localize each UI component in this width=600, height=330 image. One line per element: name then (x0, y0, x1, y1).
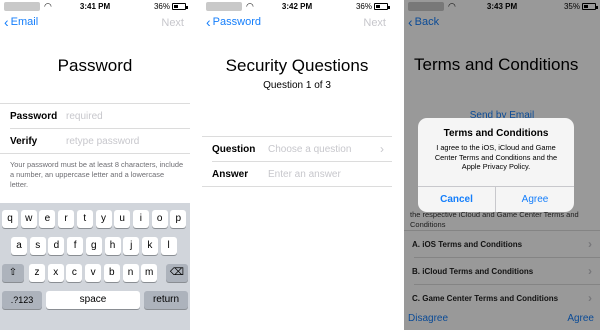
delete-key[interactable]: ⌫ (166, 264, 188, 282)
space-key[interactable]: space (46, 291, 140, 309)
terms-alert-dialog: Terms and Conditions I agree to the iOS,… (418, 118, 574, 212)
battery-percent: 36% (355, 2, 372, 11)
key-e[interactable]: e (39, 210, 56, 228)
battery-icon (374, 3, 390, 10)
alert-buttons: Cancel Agree (418, 186, 574, 212)
question-picker[interactable]: Choose a question (268, 144, 351, 155)
chevron-left-icon: ‹ (4, 14, 9, 30)
key-g[interactable]: g (85, 237, 102, 255)
key-f[interactable]: f (67, 237, 84, 255)
key-j[interactable]: j (123, 237, 140, 255)
back-button-label: Email (10, 16, 39, 28)
next-button[interactable]: Next (161, 17, 184, 29)
key-v[interactable]: v (85, 264, 102, 282)
divider (202, 186, 392, 187)
key-x[interactable]: x (47, 264, 64, 282)
key-o[interactable]: o (151, 210, 168, 228)
key-w[interactable]: w (20, 210, 37, 228)
nav-bar: ‹ Email Next (0, 14, 190, 34)
key-c[interactable]: c (66, 264, 83, 282)
back-button[interactable]: ‹ Email (4, 14, 39, 30)
key-b[interactable]: b (103, 264, 120, 282)
key-k[interactable]: k (141, 237, 158, 255)
answer-input[interactable]: Enter an answer (268, 169, 341, 180)
answer-label: Answer (212, 169, 249, 180)
next-button[interactable]: Next (363, 17, 386, 29)
security-questions-screen: ◠ 3:42 PM 36% ‹ Password Next Security Q… (202, 0, 392, 330)
key-u[interactable]: u (114, 210, 131, 228)
verify-input[interactable]: retype password (66, 136, 139, 147)
shift-key[interactable]: ⇧ (2, 264, 24, 282)
status-right: 36% (153, 2, 188, 11)
key-r[interactable]: r (58, 210, 75, 228)
numbers-key[interactable]: .?123 (2, 291, 42, 309)
nav-bar: ‹ Password Next (202, 14, 392, 34)
battery-percent: 36% (153, 2, 170, 11)
divider (0, 153, 190, 154)
key-t[interactable]: t (76, 210, 93, 228)
alert-title: Terms and Conditions (443, 128, 549, 139)
key-i[interactable]: i (132, 210, 149, 228)
key-a[interactable]: a (11, 237, 27, 255)
key-s[interactable]: s (29, 237, 46, 255)
status-right: 36% (355, 2, 390, 11)
password-screen: ◠ 3:41 PM 36% ‹ Email Next Password Pass… (0, 0, 190, 330)
keyboard-row-2: asdfghjkl (0, 237, 190, 255)
answer-row[interactable]: Answer Enter an answer (202, 162, 392, 186)
key-h[interactable]: h (104, 237, 121, 255)
question-progress: Question 1 of 3 (263, 80, 331, 91)
password-field[interactable]: Password required (0, 104, 190, 128)
key-m[interactable]: m (141, 264, 158, 282)
question-label: Question (212, 144, 256, 155)
key-l[interactable]: l (160, 237, 177, 255)
terms-screen: ◠ 3:43 PM 35% ‹ Back Terms and Condition… (404, 0, 600, 330)
back-button-label: Password (212, 16, 261, 28)
page-title: Password (57, 56, 133, 75)
chevron-right-icon: › (380, 142, 384, 156)
password-input[interactable]: required (66, 111, 103, 122)
alert-agree-button[interactable]: Agree (496, 187, 574, 212)
key-p[interactable]: p (170, 210, 187, 228)
return-key[interactable]: return (144, 291, 188, 309)
keyboard-row-3: ⇧ ⌫ zxcvbnm (0, 264, 190, 282)
alert-cancel-button[interactable]: Cancel (418, 187, 496, 212)
password-label: Password (10, 111, 58, 122)
verify-label: Verify (10, 136, 38, 147)
alert-message: I agree to the iOS, iCloud and Game Cent… (434, 143, 558, 171)
page-title: Security Questions (225, 56, 369, 75)
key-n[interactable]: n (122, 264, 139, 282)
question-row[interactable]: Question Choose a question › (202, 137, 392, 161)
verify-field[interactable]: Verify retype password (0, 129, 190, 153)
status-bar: ◠ 3:42 PM 36% (202, 0, 392, 14)
chevron-left-icon: ‹ (206, 14, 211, 30)
battery-icon (172, 3, 188, 10)
keyboard-row-1: qwertyuiop (0, 210, 190, 228)
back-button[interactable]: ‹ Password (206, 14, 261, 30)
keyboard-row-4: .?123 space return (0, 291, 190, 309)
key-z[interactable]: z (29, 264, 45, 282)
password-hint: Your password must be at least 8 charact… (10, 160, 184, 189)
key-q[interactable]: q (2, 210, 18, 228)
key-y[interactable]: y (95, 210, 112, 228)
keyboard: qwertyuiop asdfghjkl ⇧ ⌫ zxcvbnm .?123 s… (0, 203, 190, 330)
status-bar: ◠ 3:41 PM 36% (0, 0, 190, 14)
key-d[interactable]: d (48, 237, 65, 255)
